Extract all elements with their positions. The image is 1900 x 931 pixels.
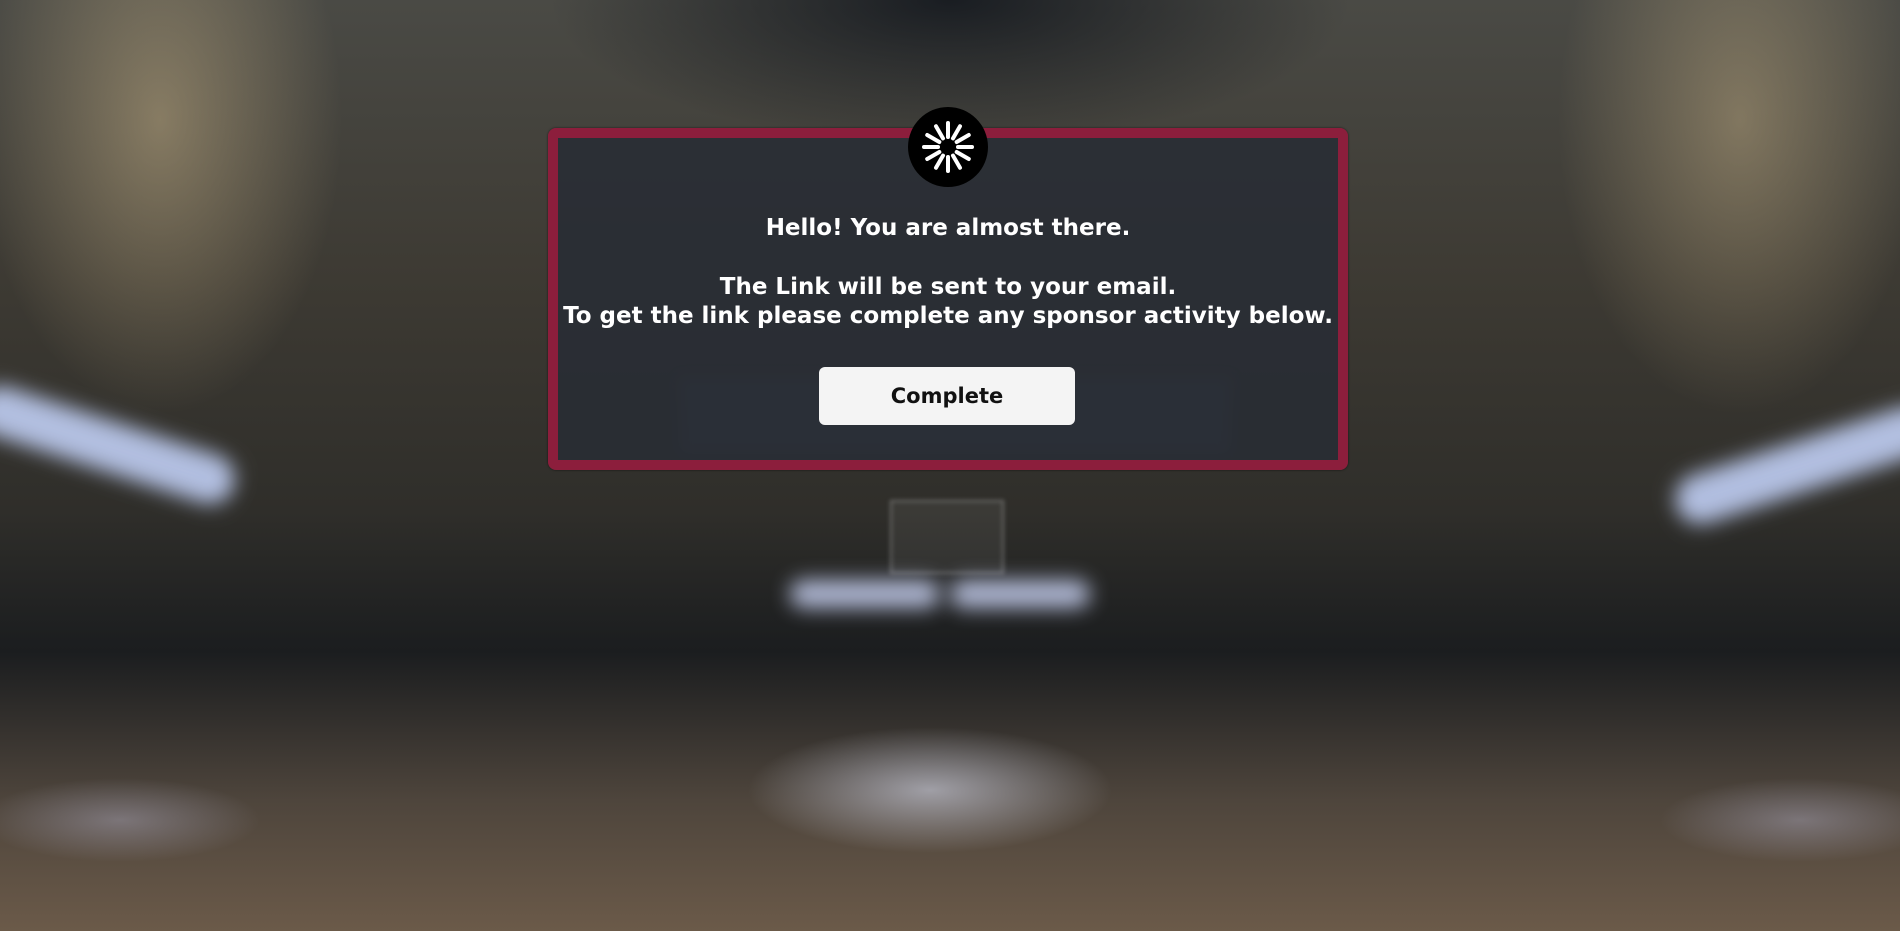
email-notice-text: The Link will be sent to your email.: [719, 274, 1177, 300]
complete-button[interactable]: Complete: [819, 367, 1075, 425]
greeting-text: Hello! You are almost there.: [765, 215, 1131, 241]
loading-spinner-icon: [908, 107, 988, 187]
arena-light-center-right: [950, 580, 1090, 608]
instruction-text: To get the link please complete any spon…: [563, 303, 1333, 329]
basketball-backboard: [890, 500, 1004, 574]
spinner-svg: [922, 121, 974, 173]
arena-light-center-left: [790, 580, 940, 608]
arena-light-right: [1668, 399, 1900, 531]
arena-light-left: [0, 379, 242, 511]
